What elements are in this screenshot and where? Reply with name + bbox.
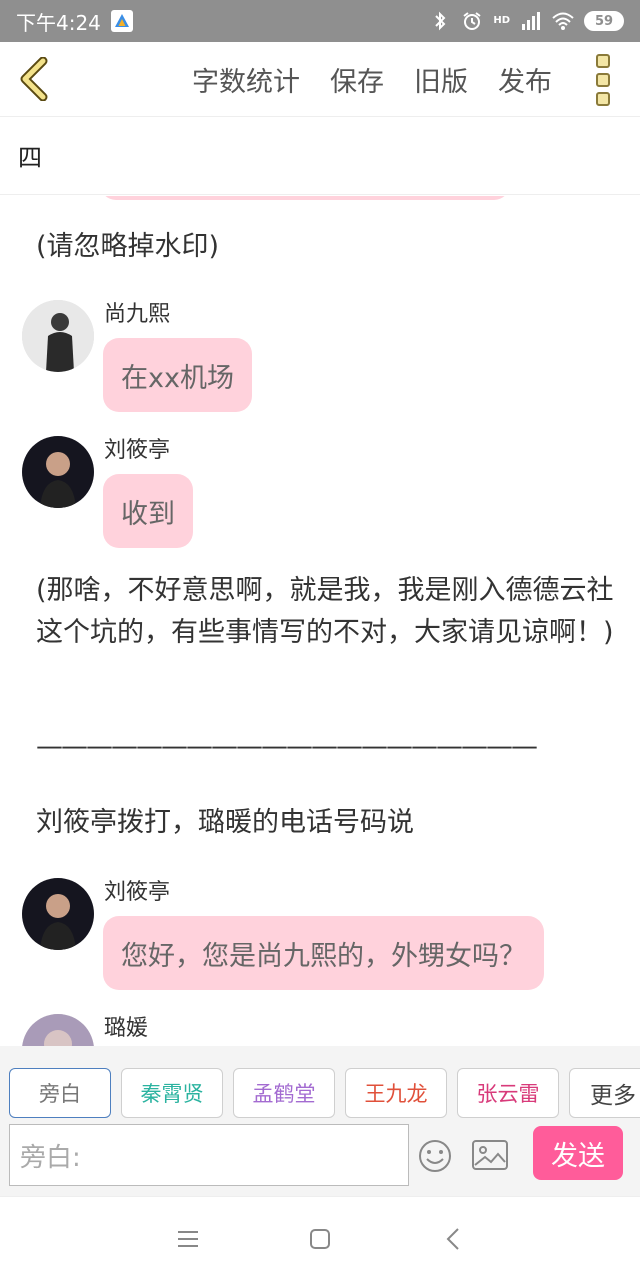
menu-dot-icon bbox=[596, 73, 610, 87]
sender-name: 刘筱亭 bbox=[104, 438, 171, 463]
chapter-title[interactable]: 四 bbox=[0, 117, 640, 195]
message-input[interactable]: 旁白: bbox=[9, 1124, 409, 1186]
network-hd-label: HD bbox=[493, 15, 510, 26]
author-note: (那啥，不好意思啊，就是我，我是刚入德德云社这个坑的，有些事情写的不对，大家请见… bbox=[36, 575, 614, 648]
avatar bbox=[22, 300, 94, 372]
app-notification-icon bbox=[110, 10, 133, 32]
send-button[interactable]: 发送 bbox=[533, 1126, 623, 1180]
watermark-note: (请忽略掉水印) bbox=[36, 231, 220, 262]
role-meng-hetang[interactable]: 孟鹤堂 bbox=[233, 1068, 335, 1118]
status-time: 下午4:24 bbox=[16, 10, 101, 35]
message-bubble: 在xx机场 bbox=[103, 338, 252, 412]
message-bubble: 您好，您是尚九熙的，外甥女吗？ bbox=[103, 916, 544, 990]
system-nav-bar bbox=[0, 1196, 640, 1280]
word-count-button[interactable]: 字数统计 bbox=[192, 60, 300, 99]
more-menu-button[interactable] bbox=[596, 54, 614, 106]
more-roles-button[interactable]: 更多 bbox=[569, 1068, 640, 1118]
wifi-icon bbox=[552, 12, 574, 30]
old-version-button[interactable]: 旧版 bbox=[414, 60, 468, 99]
sender-name: 刘筱亭 bbox=[104, 880, 171, 905]
narration-text: 刘筱亭拨打，璐暖的电话号码说 bbox=[36, 807, 414, 838]
editor-toolbar: 字数统计 保存 旧版 发布 bbox=[0, 42, 640, 117]
chevron-left-icon bbox=[20, 57, 48, 101]
publish-button[interactable]: 发布 bbox=[498, 60, 552, 99]
message-bubble: 收到 bbox=[103, 474, 193, 548]
battery-indicator: 59 bbox=[584, 11, 624, 31]
alarm-icon bbox=[463, 12, 481, 30]
sender-name: 尚九熙 bbox=[104, 302, 171, 327]
sender-name: 璐媛 bbox=[104, 1016, 149, 1041]
role-selector: 旁白 秦霄贤 孟鹤堂 王九龙 张云雷 更多 bbox=[9, 1068, 640, 1118]
signal-icon bbox=[522, 12, 540, 30]
emoji-icon[interactable] bbox=[417, 1138, 453, 1174]
menu-dot-icon bbox=[596, 54, 610, 68]
avatar bbox=[22, 436, 94, 508]
composer-panel: 旁白 秦霄贤 孟鹤堂 王九龙 张云雷 更多 旁白: 发送 bbox=[0, 1046, 640, 1196]
home-icon[interactable] bbox=[306, 1225, 334, 1253]
save-button[interactable]: 保存 bbox=[330, 60, 384, 99]
back-button[interactable] bbox=[14, 56, 54, 102]
role-qin-xiaoxian[interactable]: 秦霄贤 bbox=[121, 1068, 223, 1118]
menu-icon[interactable] bbox=[174, 1225, 202, 1253]
previous-bubble bbox=[100, 196, 510, 200]
role-wang-jiulong[interactable]: 王九龙 bbox=[345, 1068, 447, 1118]
menu-dot-icon bbox=[596, 92, 610, 106]
avatar bbox=[22, 1014, 94, 1046]
story-content[interactable]: (请忽略掉水印) 尚九熙 在xx机场 刘筱亭 收到 (那啥，不好意思啊，就是我，… bbox=[0, 196, 640, 1046]
role-zhang-yunlei[interactable]: 张云雷 bbox=[457, 1068, 559, 1118]
divider-line: ———————————————————— bbox=[36, 731, 538, 762]
status-bar: 下午4:24 HD 59 bbox=[0, 0, 640, 42]
avatar bbox=[22, 878, 94, 950]
back-nav-icon[interactable] bbox=[440, 1225, 468, 1253]
role-narrator[interactable]: 旁白 bbox=[9, 1068, 111, 1118]
image-icon[interactable] bbox=[471, 1138, 509, 1172]
bluetooth-icon bbox=[435, 11, 446, 31]
